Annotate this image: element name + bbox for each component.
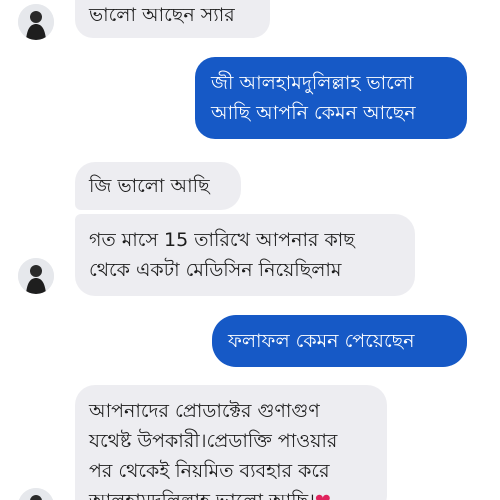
message-text: জি ভালো আছি [89,175,210,197]
message-text: ফলাফল কেমন পেয়েছেন [228,330,415,352]
chat-thread: ভালো আছেন স্যার জী আলহামদুলিল্লাহ ভালো আ… [0,0,500,500]
incoming-message[interactable]: গত মাসে 15 তারিখে আপনার কাছ থেকে একটা মে… [75,214,415,296]
message-text: থেকে একটা মেডিসিন নিয়েছিলাম [89,259,342,281]
message-text: আছি আপনি কেমন আছেন [211,102,416,124]
message-text: পর থেকেই নিয়মিত ব্যবহার করে [89,460,330,482]
contact-avatar-icon[interactable] [18,488,54,500]
incoming-message[interactable]: জি ভালো আছি [75,162,241,210]
message-text: আলহামদুলিল্লাহ ভালো আছি। [89,490,315,500]
contact-avatar-icon[interactable] [18,4,54,40]
message-text-with-emoji: আলহামদুলিল্লাহ ভালো আছি।❤ [89,486,373,500]
message-text: যথেষ্ট উপকারী।প্রেডাক্তি পাওয়ার [89,430,338,452]
message-text: আপনাদের প্রোডাক্টের গুণাগুণ [89,400,320,422]
incoming-message[interactable]: ভালো আছেন স্যার [75,0,270,38]
outgoing-message[interactable]: জী আলহামদুলিল্লাহ ভালো আছি আপনি কেমন আছে… [195,57,467,139]
outgoing-message[interactable]: ফলাফল কেমন পেয়েছেন [212,315,467,367]
contact-avatar-icon[interactable] [18,258,54,294]
message-text: জী আলহামদুলিল্লাহ ভালো [211,72,414,94]
message-text: ভালো আছেন স্যার [89,4,235,26]
heart-emoji: ❤ [315,490,331,500]
message-text: গত মাসে 15 তারিখে আপনার কাছ [89,229,355,251]
incoming-message[interactable]: আপনাদের প্রোডাক্টের গুণাগুণ যথেষ্ট উপকার… [75,385,387,500]
